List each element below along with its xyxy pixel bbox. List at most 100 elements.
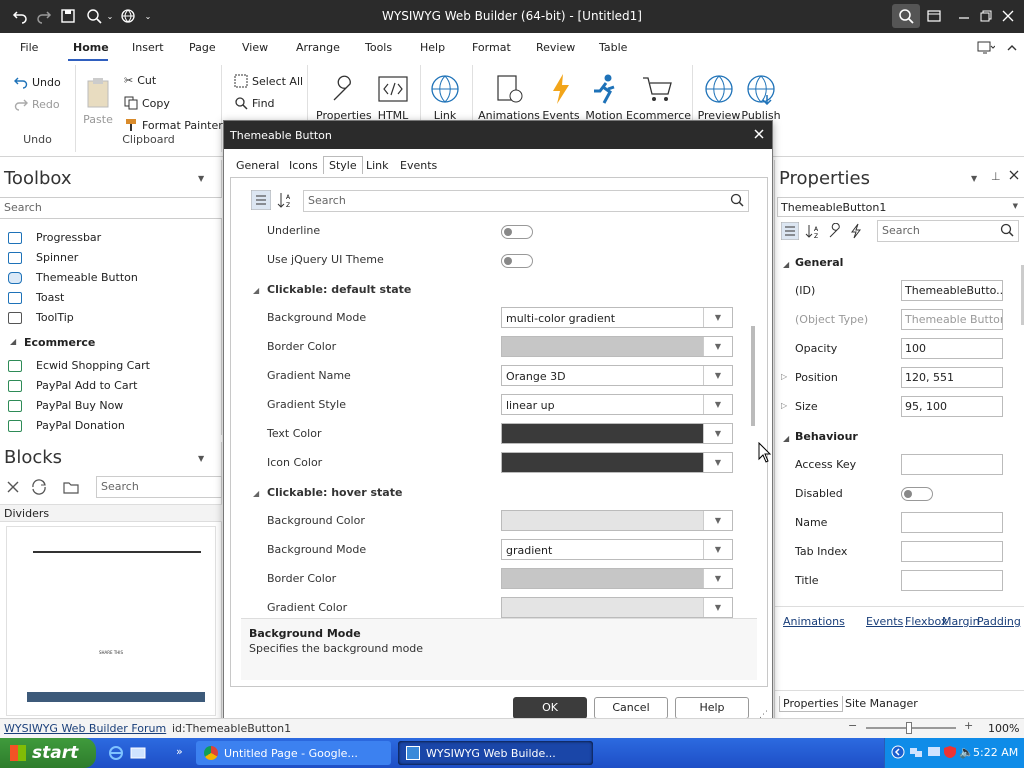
zoom-slider[interactable] bbox=[866, 722, 956, 734]
dropdown-arrow-icon[interactable]: ▼ bbox=[703, 337, 732, 356]
link-margin[interactable]: Margin bbox=[942, 615, 980, 628]
toolbox-item-progressbar[interactable]: Progressbar bbox=[8, 231, 101, 244]
row-value-field[interactable]: ▼ bbox=[501, 423, 733, 444]
find-button[interactable]: Find bbox=[234, 96, 275, 110]
format-painter-button[interactable]: Format Painter bbox=[124, 118, 223, 132]
refresh-icon[interactable] bbox=[30, 479, 48, 495]
close-icon[interactable] bbox=[6, 480, 20, 494]
sort-az-icon[interactable]: AZ bbox=[805, 223, 821, 239]
quicklaunch-expand-icon[interactable]: » bbox=[176, 745, 183, 758]
select-all-button[interactable]: Select All bbox=[234, 74, 303, 88]
link-flexbox[interactable]: Flexbox bbox=[905, 615, 947, 628]
tray-back-icon[interactable] bbox=[891, 745, 905, 759]
toolbox-category-ecommerce[interactable]: Ecommerce bbox=[24, 336, 95, 349]
category-default-state[interactable]: Clickable: default state bbox=[267, 283, 411, 296]
zoom-in-icon[interactable]: + bbox=[964, 719, 973, 732]
ecommerce-button[interactable]: Ecommerce bbox=[626, 69, 691, 122]
row-value-field[interactable]: linear up ▼ bbox=[501, 394, 733, 415]
expand-arrow-icon[interactable]: ▷ bbox=[781, 372, 787, 381]
toolbox-search-input[interactable]: Search bbox=[0, 197, 222, 219]
menu-home[interactable]: Home bbox=[73, 41, 109, 54]
object-selector[interactable]: ThemeableButton1 ▼ bbox=[777, 197, 1024, 217]
row-value-field[interactable]: ▼ bbox=[501, 452, 733, 473]
menu-file[interactable]: File bbox=[20, 41, 38, 54]
general-category[interactable]: General bbox=[795, 256, 843, 269]
help-button[interactable]: Help bbox=[675, 697, 749, 719]
publish-button[interactable]: Publish bbox=[738, 69, 784, 122]
cut-button[interactable]: ✂ Cut bbox=[124, 74, 156, 87]
tab-link[interactable]: Link bbox=[366, 159, 389, 172]
expand-arrow-icon[interactable]: ▷ bbox=[781, 401, 787, 410]
menu-view[interactable]: View bbox=[242, 41, 268, 54]
motion-button[interactable]: Motion bbox=[582, 69, 626, 122]
tab-properties[interactable]: Properties bbox=[779, 696, 843, 712]
tab-icons[interactable]: Icons bbox=[289, 159, 318, 172]
undo-button[interactable]: Undo bbox=[14, 75, 61, 89]
toolbox-item-paypal-add[interactable]: PayPal Add to Cart bbox=[8, 379, 137, 392]
link-padding[interactable]: Padding bbox=[977, 615, 1021, 628]
toolbox-item-toast[interactable]: Toast bbox=[8, 291, 64, 304]
toolbox-item-themeable-button[interactable]: Themeable Button bbox=[8, 271, 138, 284]
menu-tools[interactable]: Tools bbox=[365, 41, 392, 54]
animations-button[interactable]: Animations bbox=[478, 69, 540, 122]
chevron-down-icon[interactable]: ▼ bbox=[971, 174, 977, 183]
category-hover-state[interactable]: Clickable: hover state bbox=[267, 486, 402, 499]
menu-table[interactable]: Table bbox=[599, 41, 627, 54]
collapse-arrow-icon[interactable]: ◢ bbox=[783, 260, 789, 269]
html-button[interactable]: HTML bbox=[370, 69, 416, 122]
link-button[interactable]: Link bbox=[422, 69, 468, 122]
dropdown-arrow-icon[interactable]: ▼ bbox=[703, 511, 732, 530]
dropdown-arrow-icon[interactable]: ▼ bbox=[703, 395, 732, 414]
row-value-field[interactable]: multi-color gradient ▼ bbox=[501, 307, 733, 328]
tab-style[interactable]: Style bbox=[323, 156, 363, 174]
link-events[interactable]: Events bbox=[866, 615, 903, 628]
collapse-ribbon-icon[interactable] bbox=[1002, 38, 1022, 58]
properties-search-input[interactable]: Search bbox=[877, 220, 1019, 242]
collapse-arrow-icon[interactable]: ◢ bbox=[10, 337, 16, 346]
categorized-icon[interactable] bbox=[781, 222, 799, 240]
paste-button[interactable]: Paste bbox=[76, 73, 120, 126]
menu-arrange[interactable]: Arrange bbox=[296, 41, 340, 54]
zoom-slider-thumb[interactable] bbox=[906, 722, 912, 734]
forum-link[interactable]: WYSIWYG Web Builder Forum bbox=[4, 722, 166, 735]
categorized-icon[interactable] bbox=[251, 190, 271, 210]
collapse-arrow-icon[interactable]: ◢ bbox=[783, 434, 789, 443]
window-layout-icon[interactable] bbox=[924, 6, 944, 26]
disabled-toggle[interactable] bbox=[901, 487, 933, 501]
tray-display-icon[interactable] bbox=[927, 745, 941, 759]
restore-icon[interactable] bbox=[976, 6, 996, 26]
property-value[interactable]: 120, 551 bbox=[901, 367, 1003, 388]
dialog-search-input[interactable]: Search bbox=[303, 190, 749, 212]
underline-toggle[interactable] bbox=[501, 225, 533, 239]
toolbox-item-tooltip[interactable]: ToolTip bbox=[8, 311, 74, 324]
task-wysiwyg[interactable]: WYSIWYG Web Builde... bbox=[398, 741, 593, 765]
tab-site-manager[interactable]: Site Manager bbox=[845, 697, 918, 710]
pin-icon[interactable]: ⊥ bbox=[991, 170, 1001, 183]
blocks-category-dividers[interactable]: Dividers bbox=[0, 504, 222, 522]
grid-scrollbar[interactable] bbox=[751, 326, 755, 426]
lightning-icon[interactable] bbox=[849, 223, 863, 239]
toolbox-item-paypal-donation[interactable]: PayPal Donation bbox=[8, 419, 125, 432]
close-icon[interactable] bbox=[1009, 170, 1019, 180]
menu-help[interactable]: Help bbox=[420, 41, 445, 54]
property-value[interactable] bbox=[901, 541, 1003, 562]
tab-general[interactable]: General bbox=[236, 159, 279, 172]
row-value-field[interactable]: ▼ bbox=[501, 597, 733, 618]
menu-review[interactable]: Review bbox=[536, 41, 575, 54]
collapse-arrow-icon[interactable]: ◢ bbox=[253, 489, 259, 498]
dropdown-arrow-icon[interactable]: ▼ bbox=[703, 453, 732, 472]
minimize-icon[interactable] bbox=[954, 6, 974, 26]
start-button[interactable]: start bbox=[0, 738, 96, 768]
zoom-out-icon[interactable]: − bbox=[848, 719, 857, 732]
toolbox-item-spinner[interactable]: Spinner bbox=[8, 251, 78, 264]
menu-page[interactable]: Page bbox=[189, 41, 216, 54]
search-icon[interactable] bbox=[892, 4, 920, 28]
row-value-field[interactable]: gradient ▼ bbox=[501, 539, 733, 560]
dropdown-arrow-icon[interactable]: ▼ bbox=[703, 540, 732, 559]
menu-format[interactable]: Format bbox=[472, 41, 511, 54]
dropdown-arrow-icon[interactable]: ▼ bbox=[703, 424, 732, 443]
collapse-arrow-icon[interactable]: ◢ bbox=[253, 286, 259, 295]
jquery-theme-toggle[interactable] bbox=[501, 254, 533, 268]
row-value-field[interactable]: ▼ bbox=[501, 336, 733, 357]
menu-insert[interactable]: Insert bbox=[132, 41, 164, 54]
